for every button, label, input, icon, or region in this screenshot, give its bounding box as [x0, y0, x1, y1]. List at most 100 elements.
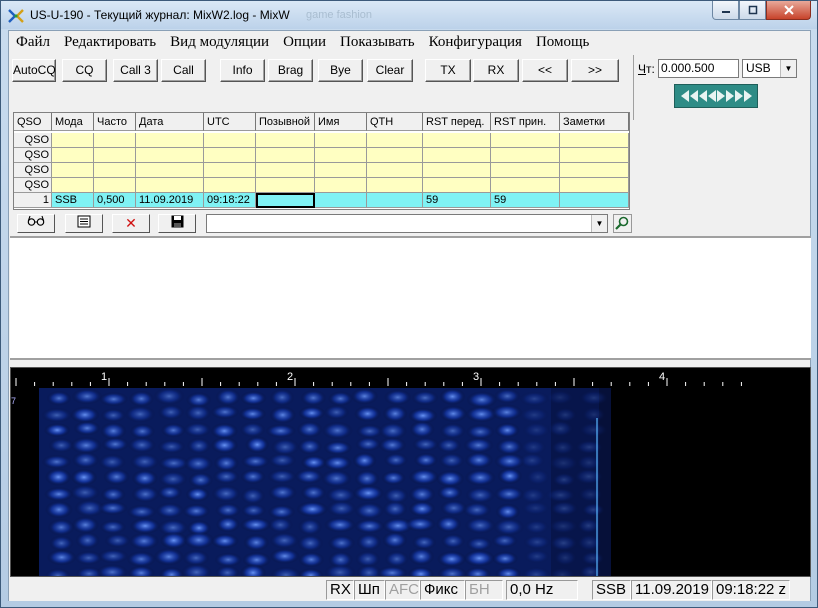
signal-blob — [41, 454, 72, 469]
status-mode[interactable]: SSB — [592, 580, 631, 600]
signal-blob — [155, 502, 184, 519]
signal-blob — [268, 484, 297, 501]
signal-blob — [124, 405, 156, 423]
col-name[interactable]: Имя — [315, 113, 367, 131]
col-call[interactable]: Позывной — [256, 113, 315, 131]
maximize-button[interactable] — [739, 1, 766, 20]
cell-mode[interactable]: SSB — [52, 193, 94, 208]
call-button[interactable]: Call — [161, 59, 206, 82]
signal-blob — [438, 452, 465, 469]
waterfall-display[interactable]: 1 2 3 4 7 — [10, 367, 811, 577]
received-text-area[interactable] — [10, 236, 811, 360]
signal-blob — [352, 484, 385, 502]
log-empty-row[interactable]: QSO — [14, 148, 629, 163]
col-qth[interactable]: QTH — [367, 113, 423, 131]
lookup-button[interactable] — [17, 214, 55, 233]
cell-utc[interactable]: 09:18:22 — [204, 193, 256, 208]
clear-button[interactable]: Clear — [367, 59, 413, 82]
signal-blob — [161, 422, 186, 438]
tx-button[interactable]: TX — [425, 59, 471, 82]
cell-notes[interactable] — [560, 193, 629, 208]
row-label: QSO — [14, 163, 52, 178]
save-button[interactable] — [158, 214, 196, 233]
find-button[interactable] — [613, 214, 632, 233]
rx-button[interactable]: RX — [473, 59, 519, 82]
log-empty-row[interactable]: QSO — [14, 133, 629, 148]
autocq-button[interactable]: AutoCQ — [12, 59, 56, 82]
arrow-left-icon[interactable] — [698, 90, 707, 102]
log-empty-row[interactable]: QSO — [14, 163, 629, 178]
menu-help[interactable]: Помощь — [529, 31, 596, 53]
signal-blob — [128, 390, 155, 407]
cell-rst-rcvd[interactable]: 59 — [491, 193, 560, 208]
log-current-row[interactable]: 1 SSB 0,500 11.09.2019 09:18:22 59 59 — [14, 193, 629, 208]
signal-blob — [268, 452, 297, 468]
frequency-input[interactable]: 0.000.500 — [658, 59, 739, 78]
col-freq[interactable]: Часто — [94, 113, 136, 131]
col-mode[interactable]: Мода — [52, 113, 94, 131]
signal-blob — [153, 547, 184, 566]
brag-button[interactable]: Brag — [268, 59, 313, 82]
signal-blob — [435, 470, 465, 488]
menu-configuration[interactable]: Конфигурация — [422, 31, 529, 53]
signal-blob — [46, 390, 72, 406]
cell-qth[interactable] — [367, 193, 423, 208]
col-qso[interactable]: QSO — [14, 113, 52, 131]
title-bar[interactable]: US-U-190 - Текущий журнал: MixW2.log - M… — [1, 1, 817, 29]
status-fix[interactable]: Фикс — [420, 580, 465, 600]
col-rst-sent[interactable]: RST перед. — [423, 113, 491, 131]
callsign-combo[interactable]: ▼ — [206, 214, 608, 233]
arrow-left-icon[interactable] — [689, 90, 698, 102]
status-sp[interactable]: Шп — [354, 580, 385, 600]
col-utc[interactable]: UTC — [204, 113, 256, 131]
tune-buttons[interactable] — [674, 84, 758, 108]
cell-freq[interactable]: 0,500 — [94, 193, 136, 208]
delete-button[interactable]: ✕ — [112, 214, 150, 233]
mode-select[interactable]: USB ▼ — [742, 59, 797, 78]
status-afc[interactable]: AFC — [385, 580, 420, 600]
menu-view[interactable]: Показывать — [333, 31, 422, 53]
magnifier-icon — [615, 216, 629, 230]
cell-call[interactable] — [256, 193, 315, 208]
signal-blob — [296, 420, 323, 438]
minimize-button[interactable] — [712, 1, 739, 20]
signal-blob — [210, 404, 240, 420]
bye-button[interactable]: Bye — [318, 59, 363, 82]
signal-blob — [352, 452, 377, 470]
status-rx[interactable]: RX — [326, 580, 354, 600]
signal-blob — [239, 517, 272, 533]
call3-button[interactable]: Call 3 — [113, 59, 158, 82]
cell-date[interactable]: 11.09.2019 — [136, 193, 204, 208]
info-button[interactable]: Info — [220, 59, 265, 82]
menu-modulation[interactable]: Вид модуляции — [163, 31, 276, 53]
signal-blob — [408, 485, 436, 504]
arrow-left-icon[interactable] — [680, 90, 689, 102]
menu-edit[interactable]: Редактировать — [57, 31, 163, 53]
arrow-right-icon[interactable] — [716, 90, 725, 102]
arrow-right-icon[interactable] — [725, 90, 734, 102]
scale-label: 4 — [659, 371, 665, 383]
prev-button[interactable]: << — [522, 59, 568, 82]
log-empty-row[interactable]: QSO — [14, 178, 629, 193]
cq-button[interactable]: CQ — [62, 59, 107, 82]
col-rst-rcvd[interactable]: RST прин. — [491, 113, 560, 131]
cell-rst-sent[interactable]: 59 — [423, 193, 491, 208]
details-button[interactable] — [65, 214, 103, 233]
waterfall-canvas[interactable]: 1 2 3 4 7 — [11, 368, 810, 576]
arrow-right-icon[interactable] — [734, 90, 743, 102]
close-button[interactable] — [766, 1, 811, 20]
next-button[interactable]: >> — [571, 59, 619, 82]
signal-blob — [519, 406, 550, 424]
arrow-right-icon[interactable] — [743, 90, 752, 102]
signal-blob — [70, 468, 98, 486]
menu-file[interactable]: Файл — [9, 31, 57, 53]
signal-blob — [465, 486, 496, 504]
col-notes[interactable]: Заметки — [560, 113, 629, 131]
signal-blob — [523, 519, 550, 535]
menu-options[interactable]: Опции — [276, 31, 333, 53]
arrow-left-icon[interactable] — [707, 90, 716, 102]
signal-blob — [131, 485, 160, 503]
col-date[interactable]: Дата — [136, 113, 204, 131]
cell-name[interactable] — [315, 193, 367, 208]
status-bn[interactable]: БН — [465, 580, 503, 600]
